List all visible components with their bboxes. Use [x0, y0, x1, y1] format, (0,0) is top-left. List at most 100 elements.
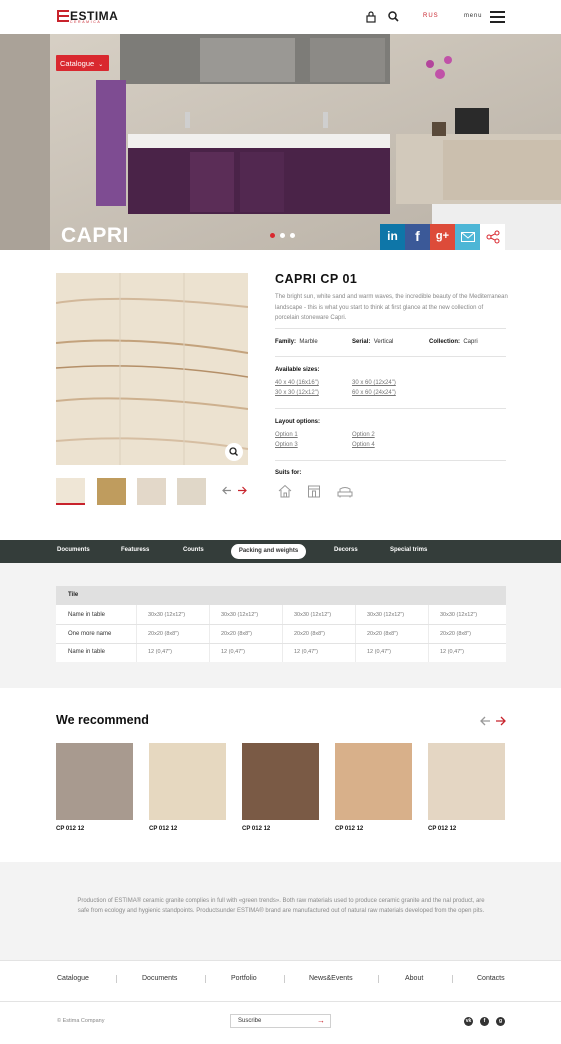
marble-tile-image — [56, 273, 248, 465]
arrow-right-icon[interactable] — [495, 716, 506, 726]
divider — [275, 356, 506, 357]
google-icon[interactable]: g — [496, 1017, 505, 1026]
size-link[interactable]: 60 x 60 (24x24") — [352, 390, 396, 396]
tab-packing-and-weights[interactable]: Packing and weights — [231, 544, 306, 559]
footer-nav-news-events[interactable]: News&Events — [309, 975, 353, 982]
product-main-image — [56, 273, 248, 465]
footer-description: Production of ESTIMA® ceramic granite co… — [77, 898, 485, 914]
packing-table: Tile Name in table 30x30 (12x12") 30x30 … — [56, 586, 506, 662]
estima-logo[interactable]: ESTIMA CERAMICA — [57, 9, 118, 25]
recommend-item-label[interactable]: CP 012 12 — [242, 826, 270, 832]
facebook-icon: f — [415, 228, 420, 244]
divider — [275, 460, 506, 461]
house-icon — [278, 484, 292, 498]
nav-separator — [205, 975, 206, 983]
arrow-left-icon[interactable] — [480, 716, 491, 726]
email-share-button[interactable] — [455, 224, 480, 250]
slider-dot[interactable] — [270, 233, 275, 238]
footer-nav-documents[interactable]: Documents — [142, 975, 177, 982]
lock-icon[interactable] — [366, 11, 376, 23]
tab-counts[interactable]: Counts — [183, 547, 204, 553]
layout-heading: Layout options: — [275, 419, 320, 425]
layout-option-link[interactable]: Option 3 — [275, 442, 298, 448]
sizes-heading: Available sizes: — [275, 367, 320, 373]
footer-nav-contacts[interactable]: Contacts — [477, 975, 505, 982]
tab-documents[interactable]: Documents — [57, 547, 90, 553]
chevron-down-icon: ⌄ — [98, 62, 104, 68]
table-cell: 12 (0,47") — [440, 649, 464, 655]
share-button[interactable] — [480, 224, 505, 250]
footer-nav-about[interactable]: About — [405, 975, 423, 982]
hamburger-menu-icon[interactable] — [490, 11, 505, 23]
thumbnail[interactable] — [97, 478, 126, 505]
table-cell: 30x30 (12x12") — [367, 612, 405, 618]
google-plus-share-button[interactable]: g+ — [430, 224, 455, 250]
tab-decors[interactable]: Decorss — [334, 547, 358, 553]
collection-info: Collection: Capri — [429, 339, 478, 345]
serial-info: Serial: Vertical — [352, 339, 394, 345]
recommend-item-label[interactable]: CP 012 12 — [428, 826, 456, 832]
linkedin-share-button[interactable]: in — [380, 224, 405, 250]
layout-option-link[interactable]: Option 2 — [352, 432, 375, 438]
recommend-item-image[interactable] — [56, 743, 133, 820]
suits-heading: Suits for: — [275, 470, 302, 476]
row-divider — [56, 643, 506, 644]
table-cell: 30x30 (12x12") — [294, 612, 332, 618]
recommend-item-image[interactable] — [335, 743, 412, 820]
share-icon — [486, 230, 499, 244]
recommend-item-label[interactable]: CP 012 12 — [56, 826, 84, 832]
thumbnail[interactable] — [137, 478, 166, 505]
product-title: CAPRI CP 01 — [275, 272, 358, 286]
catalogue-dropdown-button[interactable]: Catalogue ⌄ — [56, 55, 109, 71]
divider — [275, 408, 506, 409]
product-description: The bright sun, white sand and warm wave… — [275, 294, 508, 321]
zoom-button[interactable] — [225, 443, 243, 461]
arrow-right-icon[interactable] — [237, 486, 247, 495]
office-building-icon — [308, 485, 320, 498]
table-cell: 20x20 (8x8") — [294, 631, 325, 637]
nav-separator — [378, 975, 379, 983]
divider — [0, 960, 561, 961]
language-switch[interactable]: RUS — [423, 13, 439, 19]
recommend-item-image[interactable] — [242, 743, 319, 820]
layout-option-link[interactable]: Option 4 — [352, 442, 375, 448]
size-link[interactable]: 30 x 30 (12x12") — [275, 390, 319, 396]
thumbnail[interactable] — [56, 478, 85, 505]
column-divider — [136, 605, 137, 662]
recommend-item-label[interactable]: CP 012 12 — [149, 826, 177, 832]
size-link[interactable]: 30 x 60 (12x24") — [352, 380, 396, 386]
size-link[interactable]: 40 x 40 (16x16") — [275, 380, 319, 386]
footer-nav-catalogue[interactable]: Catalogue — [57, 975, 89, 982]
recommend-item-label[interactable]: CP 012 12 — [335, 826, 363, 832]
table-cell: 30x30 (12x12") — [440, 612, 478, 618]
vk-icon[interactable]: vk — [464, 1017, 473, 1026]
logo-mark-icon — [57, 10, 69, 22]
tab-special-trims[interactable]: Special trims — [390, 547, 427, 553]
sofa-icon — [337, 487, 353, 498]
table-cell: 20x20 (8x8") — [440, 631, 471, 637]
arrow-left-icon[interactable] — [222, 486, 232, 495]
tab-features[interactable]: Featuress — [121, 547, 149, 553]
hero-title: CAPRI — [61, 224, 129, 247]
table-cell: 12 (0,47") — [221, 649, 245, 655]
thumbnail[interactable] — [177, 478, 206, 505]
table-cell: 30x30 (12x12") — [148, 612, 186, 618]
facebook-share-button[interactable]: f — [405, 224, 430, 250]
table-heading: Tile — [56, 586, 506, 605]
recommend-item-image[interactable] — [149, 743, 226, 820]
column-divider — [428, 605, 429, 662]
layout-option-link[interactable]: Option 1 — [275, 432, 298, 438]
menu-label[interactable]: menu — [464, 13, 482, 19]
search-icon[interactable] — [388, 11, 399, 22]
divider — [0, 1001, 561, 1002]
table-row-label: Name in table — [68, 612, 106, 618]
recommend-item-image[interactable] — [428, 743, 505, 820]
slider-dot[interactable] — [280, 233, 285, 238]
subscribe-input[interactable]: Suscribe — [230, 1014, 331, 1028]
facebook-icon[interactable]: f — [480, 1017, 489, 1026]
subscribe-arrow-icon[interactable]: → — [317, 1016, 325, 1025]
table-cell: 12 (0,47") — [367, 649, 391, 655]
slider-dot[interactable] — [290, 233, 295, 238]
table-cell: 20x20 (8x8") — [148, 631, 179, 637]
footer-nav-portfolio[interactable]: Portfolio — [231, 975, 257, 982]
